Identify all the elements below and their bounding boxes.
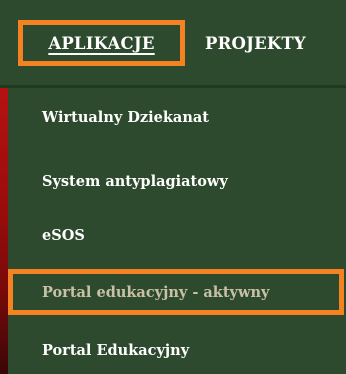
menu-item-portal-edukacyjny[interactable]: Portal Edukacyjny [8, 327, 346, 373]
menu-item-system-antyplagiatowy[interactable]: System antyplagiatowy [8, 158, 346, 204]
menu-item-label: Wirtualny Dziekanat [42, 108, 209, 126]
nav-item-projekty[interactable]: PROJEKTY [205, 20, 346, 66]
menu-item-label: Portal edukacyjny - aktywny [42, 283, 270, 301]
nav-item-label: APLIKACJE [48, 33, 155, 53]
side-background-strip [0, 88, 8, 374]
menu-item-esos[interactable]: eSOS [8, 212, 346, 258]
nav-item-aplikacje[interactable]: APLIKACJE [18, 20, 185, 66]
top-navigation-bar: APLIKACJE PROJEKTY [0, 0, 346, 88]
menu-item-portal-edukacyjny-aktywny[interactable]: Portal edukacyjny - aktywny [8, 269, 344, 315]
app-menu-frame: APLIKACJE PROJEKTY Wirtualny Dziekanat S… [0, 0, 346, 374]
aplikacje-dropdown-menu: Wirtualny Dziekanat System antyplagiatow… [8, 88, 346, 374]
nav-item-label: PROJEKTY [205, 33, 306, 53]
menu-item-label: System antyplagiatowy [42, 172, 228, 190]
menu-item-label: Portal Edukacyjny [42, 341, 190, 359]
menu-item-label: eSOS [42, 226, 85, 244]
menu-item-wirtualny-dziekanat[interactable]: Wirtualny Dziekanat [8, 94, 346, 140]
